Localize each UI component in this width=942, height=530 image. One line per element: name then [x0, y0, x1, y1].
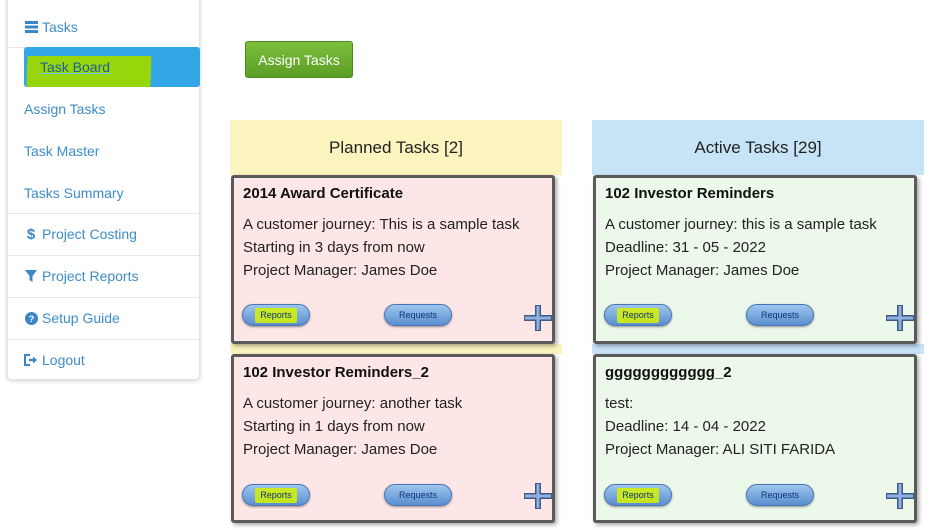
task-manager: Project Manager: James Doe — [605, 262, 800, 279]
sidebar-item-assign-tasks[interactable]: Assign Tasks — [24, 101, 105, 117]
requests-label: Requests — [760, 310, 800, 320]
add-plus-icon[interactable] — [886, 483, 914, 509]
filter-icon — [24, 270, 38, 282]
task-description: A customer journey: This is a sample tas… — [243, 216, 520, 233]
requests-button[interactable]: Requests — [746, 484, 814, 506]
add-plus-icon[interactable] — [524, 305, 552, 331]
task-title: 102 Investor Reminders_2 — [243, 364, 429, 381]
requests-button[interactable]: Requests — [384, 484, 452, 506]
svg-text:?: ? — [28, 314, 34, 324]
column-header-active: Active Tasks [29] — [592, 120, 924, 175]
column-title: Planned Tasks [2] — [329, 137, 463, 157]
task-card[interactable]: gggggggggggg_2 test: Deadline: 14 - 04 -… — [593, 354, 917, 523]
tasks-icon — [24, 20, 38, 33]
sidebar-item-label: Tasks — [42, 18, 78, 35]
task-title: 2014 Award Certificate — [243, 185, 404, 202]
sidebar-item-tasks-summary[interactable]: Tasks Summary — [24, 185, 124, 201]
column-header-planned: Planned Tasks [2] — [230, 120, 562, 175]
requests-button[interactable]: Requests — [384, 304, 452, 326]
requests-label: Requests — [398, 490, 438, 500]
task-schedule: Starting in 3 days from now — [243, 239, 425, 256]
reports-label: Reports — [622, 490, 654, 500]
reports-label: Reports — [260, 310, 292, 320]
reports-button[interactable]: Reports — [604, 484, 672, 506]
sidebar-item-project-reports[interactable]: Project Reports — [8, 255, 199, 297]
task-description: test: — [605, 395, 634, 412]
column-title: Active Tasks [29] — [694, 137, 822, 157]
requests-button[interactable]: Requests — [746, 304, 814, 326]
reports-button[interactable]: Reports — [604, 304, 672, 326]
logout-icon — [24, 354, 38, 366]
task-manager: Project Manager: James Doe — [243, 262, 438, 279]
task-deadline: Deadline: 31 - 05 - 2022 — [605, 239, 766, 256]
reports-label: Reports — [260, 490, 292, 500]
add-plus-icon[interactable] — [524, 483, 552, 509]
sidebar-item-label: Project Reports — [42, 268, 139, 284]
reports-button[interactable]: Reports — [242, 484, 310, 506]
task-title: 102 Investor Reminders — [605, 185, 775, 202]
column-separator — [230, 344, 562, 354]
requests-label: Requests — [398, 310, 438, 320]
sidebar-item-label: Project Costing — [42, 226, 137, 242]
sidebar-item-tasks[interactable]: Tasks — [8, 6, 199, 48]
sidebar-item-setup-guide[interactable]: ? Setup Guide — [8, 297, 199, 339]
task-schedule: Starting in 1 days from now — [243, 418, 425, 435]
task-description: A customer journey: another task — [243, 395, 463, 412]
task-manager: Project Manager: James Doe — [243, 441, 438, 458]
sidebar-item-label: Setup Guide — [42, 310, 120, 326]
task-card[interactable]: 102 Investor Reminders_2 A customer jour… — [231, 354, 555, 523]
task-card[interactable]: 102 Investor Reminders A customer journe… — [593, 175, 917, 344]
sidebar-item-label: Task Board — [40, 59, 111, 75]
requests-label: Requests — [760, 490, 800, 500]
task-manager: Project Manager: ALI SITI FARIDA — [605, 441, 836, 458]
column-separator — [592, 344, 924, 354]
task-description: A customer journey: this is a sample tas… — [605, 216, 877, 233]
sidebar-item-project-costing[interactable]: $ Project Costing — [8, 213, 199, 255]
sidebar-item-logout[interactable]: Logout — [8, 339, 199, 381]
task-card[interactable]: 2014 Award Certificate A customer journe… — [231, 175, 555, 344]
sidebar-item-label: Logout — [42, 352, 85, 368]
task-deadline: Deadline: 14 - 04 - 2022 — [605, 418, 766, 435]
assign-tasks-button[interactable]: Assign Tasks — [245, 41, 353, 78]
question-circle-icon: ? — [24, 311, 38, 325]
add-plus-icon[interactable] — [886, 305, 914, 331]
task-title: gggggggggggg_2 — [605, 364, 732, 381]
reports-button[interactable]: Reports — [242, 304, 310, 326]
dollar-icon: $ — [26, 225, 36, 243]
sidebar-item-task-master[interactable]: Task Master — [24, 143, 99, 159]
reports-label: Reports — [622, 310, 654, 320]
